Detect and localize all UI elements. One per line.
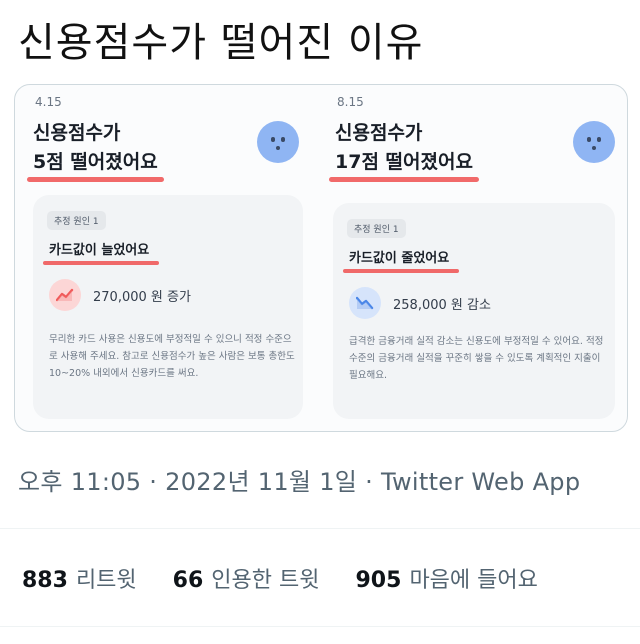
tweet-stats: 883 리트윗 66 인용한 트윗 905 마음에 들어요 bbox=[22, 562, 574, 594]
quotes-count: 66 bbox=[172, 568, 204, 593]
face-mouth bbox=[276, 146, 280, 150]
divider bbox=[0, 528, 640, 529]
red-underline bbox=[43, 261, 160, 265]
amount-row: 270,000 원 증가 bbox=[49, 279, 191, 311]
headline-line1: 신용점수가 bbox=[335, 122, 423, 144]
reason-title-text: 카드값이 늘었어요 bbox=[49, 243, 150, 258]
panel-headline: 신용점수가 5점 떨어졌어요 bbox=[27, 119, 164, 182]
panel-date: 8.15 bbox=[337, 95, 364, 109]
reason-title: 카드값이 줄었어요 bbox=[343, 247, 460, 273]
headline-line2: 17점 떨어졌어요 bbox=[329, 148, 479, 182]
face-eye bbox=[597, 137, 601, 142]
quotes-label: 인용한 트윗 bbox=[211, 568, 320, 593]
reason-card: 추정 원인 1 카드값이 줄었어요 258,000 원 감소 급격한 금융거래 … bbox=[333, 203, 615, 419]
headline-line2-text: 5점 떨어졌어요 bbox=[33, 151, 158, 173]
headline-line2: 5점 떨어졌어요 bbox=[27, 148, 164, 182]
left-panel: 4.15 신용점수가 5점 떨어졌어요 추정 원인 1 카드값이 늘었어요 27… bbox=[15, 85, 315, 431]
divider bbox=[0, 626, 640, 627]
retweets-label: 리트윗 bbox=[75, 568, 137, 593]
reason-tag: 추정 원인 1 bbox=[47, 211, 106, 230]
reason-description: 급격한 금융거래 실적 감소는 신용도에 부정적일 수 있어요. 적정 수준의 … bbox=[349, 336, 604, 381]
reason-title-text: 카드값이 줄었어요 bbox=[349, 251, 450, 266]
tweet-timestamp: 오후 11:05 · 2022년 11월 1일 · Twitter Web Ap… bbox=[18, 462, 580, 497]
likes-stat[interactable]: 905 마음에 들어요 bbox=[356, 562, 538, 594]
red-underline bbox=[343, 269, 460, 273]
tweet-time[interactable]: 오후 11:05 bbox=[18, 468, 141, 496]
reason-description: 무리한 카드 사용은 신용도에 부정적일 수 있으니 적정 수준으로 사용해 주… bbox=[49, 334, 295, 379]
face-eye bbox=[587, 137, 591, 142]
amount-text: 270,000 원 증가 bbox=[93, 289, 191, 305]
headline-line1: 신용점수가 bbox=[33, 122, 121, 144]
tweet-source-app[interactable]: Twitter Web App bbox=[381, 468, 580, 496]
retweets-stat[interactable]: 883 리트윗 bbox=[22, 562, 137, 594]
tweet-text: 신용점수가 떨어진 이유 bbox=[18, 20, 424, 66]
sad-face-icon bbox=[573, 121, 615, 163]
reason-card: 추정 원인 1 카드값이 늘었어요 270,000 원 증가 무리한 카드 사용… bbox=[33, 195, 303, 419]
quotes-stat[interactable]: 66 인용한 트윗 bbox=[173, 562, 320, 594]
panel-date: 4.15 bbox=[35, 95, 62, 109]
amount-row: 258,000 원 감소 bbox=[349, 287, 491, 319]
tweet-image[interactable]: 4.15 신용점수가 5점 떨어졌어요 추정 원인 1 카드값이 늘었어요 27… bbox=[14, 84, 628, 432]
likes-count: 905 bbox=[355, 568, 402, 593]
tweet-date[interactable]: 2022년 11월 1일 bbox=[165, 468, 357, 496]
red-underline bbox=[329, 177, 479, 182]
face-eye bbox=[281, 137, 285, 142]
headline-line2-text: 17점 떨어졌어요 bbox=[335, 151, 473, 173]
red-underline bbox=[27, 177, 164, 182]
retweets-count: 883 bbox=[22, 568, 68, 593]
panel-headline: 신용점수가 17점 떨어졌어요 bbox=[329, 119, 479, 182]
reason-tag: 추정 원인 1 bbox=[347, 219, 406, 238]
trend-up-icon bbox=[49, 279, 81, 311]
amount-text: 258,000 원 감소 bbox=[393, 297, 491, 313]
separator-dot: · bbox=[365, 468, 374, 496]
reason-title: 카드값이 늘었어요 bbox=[43, 239, 160, 265]
trend-down-icon bbox=[349, 287, 381, 319]
sad-face-icon bbox=[257, 121, 299, 163]
right-panel: 8.15 신용점수가 17점 떨어졌어요 추정 원인 1 카드값이 줄었어요 2… bbox=[321, 85, 621, 431]
likes-label: 마음에 들어요 bbox=[409, 568, 538, 593]
separator-dot: · bbox=[149, 468, 158, 496]
face-mouth bbox=[592, 146, 596, 150]
face-eye bbox=[271, 137, 275, 142]
